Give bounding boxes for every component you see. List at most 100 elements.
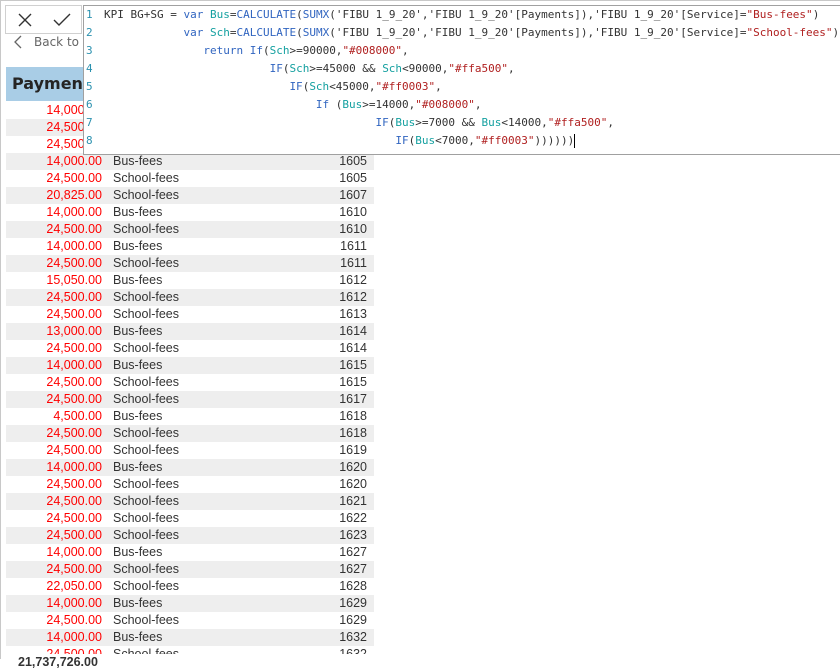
code-token-kw: var [183, 26, 210, 39]
payment-cell: 24,500.00 [46, 222, 102, 236]
payment-cell: 4,500.00 [53, 409, 102, 423]
table-row: 14,000.00 Bus-fees 1627 [6, 544, 374, 561]
line-number: 1 [86, 8, 93, 21]
payment-cell: 14,000.00 [46, 630, 102, 644]
code-line: 2 var Sch=CALCULATE(SUMX('FIBU 1_9_20','… [84, 24, 840, 42]
dax-formula-editor[interactable]: 1 KPI BG+SG = var Bus=CALCULATE(SUMX('FIB… [83, 5, 840, 155]
id-cell: 1620 [339, 477, 367, 491]
code-token-var: Bus [415, 134, 436, 147]
line-number: 4 [86, 62, 93, 75]
payment-cell: 24,500.00 [46, 171, 102, 185]
code-token-txt: , [474, 98, 482, 111]
payment-cell: 14,000.00 [46, 205, 102, 219]
code-token-txt: , [508, 62, 515, 75]
service-cell: Bus-fees [113, 154, 163, 168]
service-cell: School-fees [113, 256, 180, 270]
back-to-report-button[interactable]: Back to [14, 32, 79, 52]
table-row: 24,500.00 School-fees 1618 [6, 425, 374, 442]
table-row: 14,000.00 Bus-fees 1611 [6, 238, 374, 255]
code-text: IF(Bus<7000,"#ff0003")))))) [104, 132, 576, 150]
code-token-txt: , [607, 116, 614, 129]
code-token-txt: , [435, 80, 442, 93]
code-text: IF(Sch<45000,"#ff0003", [104, 78, 442, 96]
id-cell: 1629 [339, 613, 367, 627]
service-cell: School-fees [113, 494, 180, 508]
id-cell: 1614 [339, 341, 367, 355]
table-row: 14,000.00 Bus-fees 1605 [6, 153, 374, 170]
id-cell: 1623 [339, 528, 367, 542]
code-token-str: "#ff0003" [375, 80, 436, 93]
payment-cell: 24,500.00 [46, 375, 102, 389]
payment-cell: 14,000.00 [46, 596, 102, 610]
payment-cell: 24,500.00 [46, 613, 102, 627]
code-token-txt: ) [832, 26, 840, 39]
code-token-var: Sch [269, 44, 290, 57]
service-cell: Bus-fees [113, 239, 163, 253]
table-row: 22,050.00 School-fees 1628 [6, 578, 374, 595]
payment-cell: 24,500.00 [46, 511, 102, 525]
code-token-kw: If [315, 98, 336, 111]
back-label: Back to [34, 35, 79, 49]
code-token-var: Bus [481, 116, 502, 129]
code-token-txt: ('FIBU 1_9_20','FIBU 1_9_20'[Payments]),… [329, 26, 747, 39]
service-cell: School-fees [113, 392, 180, 406]
code-token-var: Bus [342, 98, 363, 111]
payment-cell: 14,000.00 [46, 239, 102, 253]
code-token-txt: ( [296, 8, 303, 21]
line-number: 6 [86, 98, 93, 111]
code-token-txt: >=14000, [362, 98, 416, 111]
id-cell: 1613 [339, 307, 367, 321]
service-cell: Bus-fees [113, 596, 163, 610]
code-token-str: "#ff0003" [474, 134, 535, 147]
service-cell: Bus-fees [113, 324, 163, 338]
code-text: IF(Sch>=45000 && Sch<90000,"#ffa500", [104, 60, 515, 78]
code-token-txt: ) [812, 8, 820, 21]
code-line: 1 KPI BG+SG = var Bus=CALCULATE(SUMX('FIB… [84, 6, 840, 24]
service-cell: School-fees [113, 375, 180, 389]
id-cell: 1607 [339, 188, 367, 202]
code-token-str: "Bus-fees" [746, 8, 813, 21]
service-cell: Bus-fees [113, 358, 163, 372]
service-cell: School-fees [113, 511, 180, 525]
table-row: 4,500.00 Bus-fees 1618 [6, 408, 374, 425]
code-token-txt: <45000, [329, 80, 376, 93]
service-cell: School-fees [113, 426, 180, 440]
code-token-str: "#008000" [415, 98, 475, 111]
table-row: 13,000.00 Bus-fees 1614 [6, 323, 374, 340]
table-row: 24,500.00 School-fees 1613 [6, 306, 374, 323]
service-cell: School-fees [113, 341, 180, 355]
service-cell: School-fees [113, 647, 180, 654]
left-border [0, 0, 1, 659]
service-cell: Bus-fees [113, 409, 163, 423]
table-row: 24,500.00 School-fees 1622 [6, 510, 374, 527]
code-token-var: Bus [395, 116, 416, 129]
id-cell: 1605 [339, 171, 367, 185]
code-text: return If(Sch>=90000,"#008000", [104, 42, 408, 60]
table-row: 14,000.00 Bus-fees 1632 [6, 629, 374, 646]
id-cell: 1610 [339, 222, 367, 236]
commit-button[interactable] [43, 6, 80, 33]
payment-cell: 24,500.00 [46, 562, 102, 576]
table-row: 14,000.00 Bus-fees 1615 [6, 357, 374, 374]
service-cell: School-fees [113, 290, 180, 304]
payment-cell: 24,500.00 [46, 290, 102, 304]
id-cell: 1610 [339, 205, 367, 219]
code-token-kw: IF [269, 62, 283, 75]
code-text: IF(Bus>=7000 && Bus<14000,"#ffa500", [104, 114, 614, 132]
cancel-button[interactable] [6, 6, 43, 33]
payment-cell: 24,500.00 [46, 392, 102, 406]
line-number: 3 [86, 44, 93, 57]
id-cell: 1618 [339, 426, 367, 440]
id-cell: 1611 [340, 256, 367, 270]
code-token-kw: CALCULATE [236, 26, 297, 39]
service-cell: School-fees [113, 562, 180, 576]
table-row: 24,500.00 School-fees 1605 [6, 170, 374, 187]
data-table: 14,000.00 24,500.00 24,500.00 14,000.00 Bus-… [6, 102, 374, 654]
column-header-payment[interactable]: Payment [6, 67, 88, 101]
id-cell: 1632 [339, 647, 367, 654]
table-row: 24,500.00 School-fees 1629 [6, 612, 374, 629]
payment-cell: 14,000.00 [46, 358, 102, 372]
table-row: 24,500.00 School-fees 1615 [6, 374, 374, 391]
